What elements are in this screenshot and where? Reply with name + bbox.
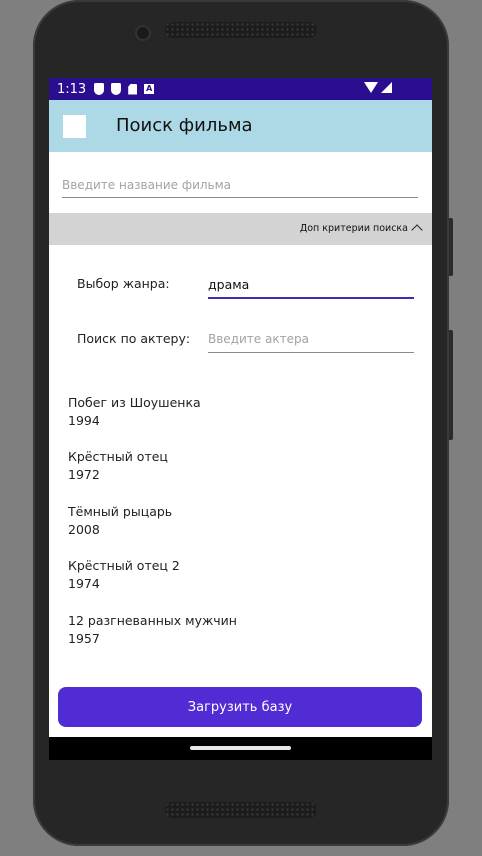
movie-title: 12 разгневанных мужчин (68, 613, 237, 628)
status-bar: 1:13 A (49, 78, 432, 100)
movie-title: Крёстный отец (68, 449, 168, 464)
movie-year: 1974 (68, 576, 100, 591)
list-item[interactable]: Крёстный отец 2 1974 (68, 557, 180, 593)
bottom-speaker (165, 802, 317, 818)
actor-search-input[interactable] (208, 326, 414, 353)
app-logo-icon (63, 115, 86, 138)
top-speaker (165, 22, 317, 38)
extra-criteria-toggle[interactable]: Доп критерии поиска (49, 213, 432, 245)
movie-year: 2008 (68, 522, 100, 537)
chevron-up-icon (411, 224, 423, 236)
list-item[interactable]: Крёстный отец 1972 (68, 448, 168, 484)
film-search-input[interactable] (62, 173, 418, 198)
a-badge-icon: A (144, 84, 155, 94)
movie-title: Тёмный рыцарь (68, 504, 173, 519)
movie-year: 1957 (68, 631, 100, 646)
movie-title: Крёстный отец 2 (68, 558, 180, 573)
movie-year: 1972 (68, 467, 100, 482)
list-item[interactable]: Побег из Шоушенка 1994 (68, 394, 201, 430)
system-nav-bar (49, 737, 432, 760)
extra-criteria-label: Доп критерии поиска (299, 223, 408, 234)
signal-icon (381, 82, 392, 93)
genre-label: Выбор жанра: (77, 276, 170, 291)
genre-input[interactable] (208, 271, 414, 299)
camera-icon (137, 27, 149, 39)
list-item[interactable]: Тёмный рыцарь 2008 (68, 503, 172, 539)
app-bar: Поиск фильма (49, 100, 432, 152)
movie-title: Побег из Шоушенка (68, 395, 201, 410)
wifi-icon (364, 82, 378, 93)
app-screen: 1:13 A Поиск фильма Доп критерии поиска … (49, 78, 432, 760)
load-database-button[interactable]: Загрузить базу (58, 687, 422, 727)
home-gesture-handle[interactable] (190, 746, 291, 750)
shield-check-icon (111, 83, 122, 95)
sd-card-icon (128, 83, 138, 95)
page-title: Поиск фильма (116, 115, 253, 136)
actor-label: Поиск по актеру: (77, 331, 191, 346)
status-time: 1:13 (57, 81, 87, 97)
status-right (364, 82, 392, 93)
movie-year: 1994 (68, 413, 100, 428)
list-item[interactable]: 12 разгневанных мужчин 1957 (68, 612, 237, 648)
shield-icon (94, 83, 105, 95)
